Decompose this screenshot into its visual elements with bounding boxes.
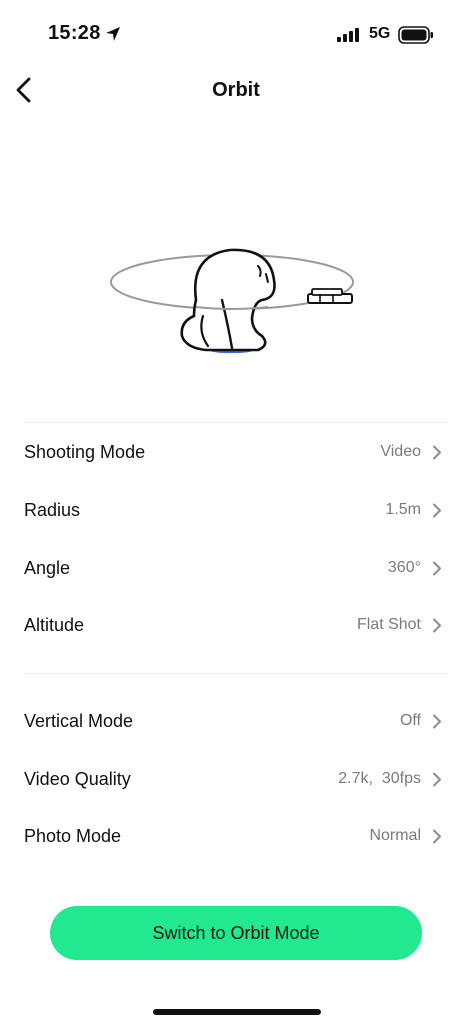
row-value: Off [399,712,421,729]
row-vertical-mode[interactable]: Vertical Mode Off [0,693,472,749]
row-value: Video [380,443,421,460]
row-value: 1.5m [385,501,421,518]
row-value: 360° [387,559,421,576]
section-divider [24,422,448,423]
row-radius[interactable]: Radius 1.5m [0,482,472,538]
orbit-illustration [110,248,354,354]
row-video-quality[interactable]: Video Quality 2.7k, 30fps [0,751,472,807]
status-bar: 15:28 5G [0,0,472,60]
row-label: Radius [24,499,81,520]
location-arrow-icon [106,27,120,41]
row-label: Photo Mode [24,825,122,846]
row-label: Video Quality [24,768,131,789]
row-label: Shooting Mode [24,441,146,462]
switch-to-orbit-mode-button[interactable]: Switch to Orbit Mode [50,906,422,960]
chevron-right-icon [433,772,441,787]
row-label: Angle [24,557,71,578]
row-label: Vertical Mode [24,710,134,731]
row-value: Normal [369,827,421,844]
nav-bar: Orbit [0,66,472,116]
network-label: 5G [369,25,391,42]
row-value: 2.7k, 30fps [338,770,421,787]
chevron-right-icon [433,618,441,633]
battery-icon [398,26,433,44]
chevron-right-icon [433,829,441,844]
chevron-right-icon [433,503,441,518]
row-altitude[interactable]: Altitude Flat Shot [0,597,472,653]
home-indicator[interactable] [153,1009,321,1015]
status-time: 15:28 [48,22,101,44]
section-divider [24,673,448,674]
row-shooting-mode[interactable]: Shooting Mode Video [0,424,472,480]
signal-icon [337,28,359,42]
chevron-right-icon [433,714,441,729]
row-photo-mode[interactable]: Photo Mode Normal [0,808,472,864]
row-value: Flat Shot [356,616,421,633]
page-title: Orbit [212,79,260,101]
row-label: Altitude [24,614,85,635]
row-angle[interactable]: Angle 360° [0,540,472,596]
chevron-right-icon [433,561,441,576]
chevron-right-icon [433,445,441,460]
